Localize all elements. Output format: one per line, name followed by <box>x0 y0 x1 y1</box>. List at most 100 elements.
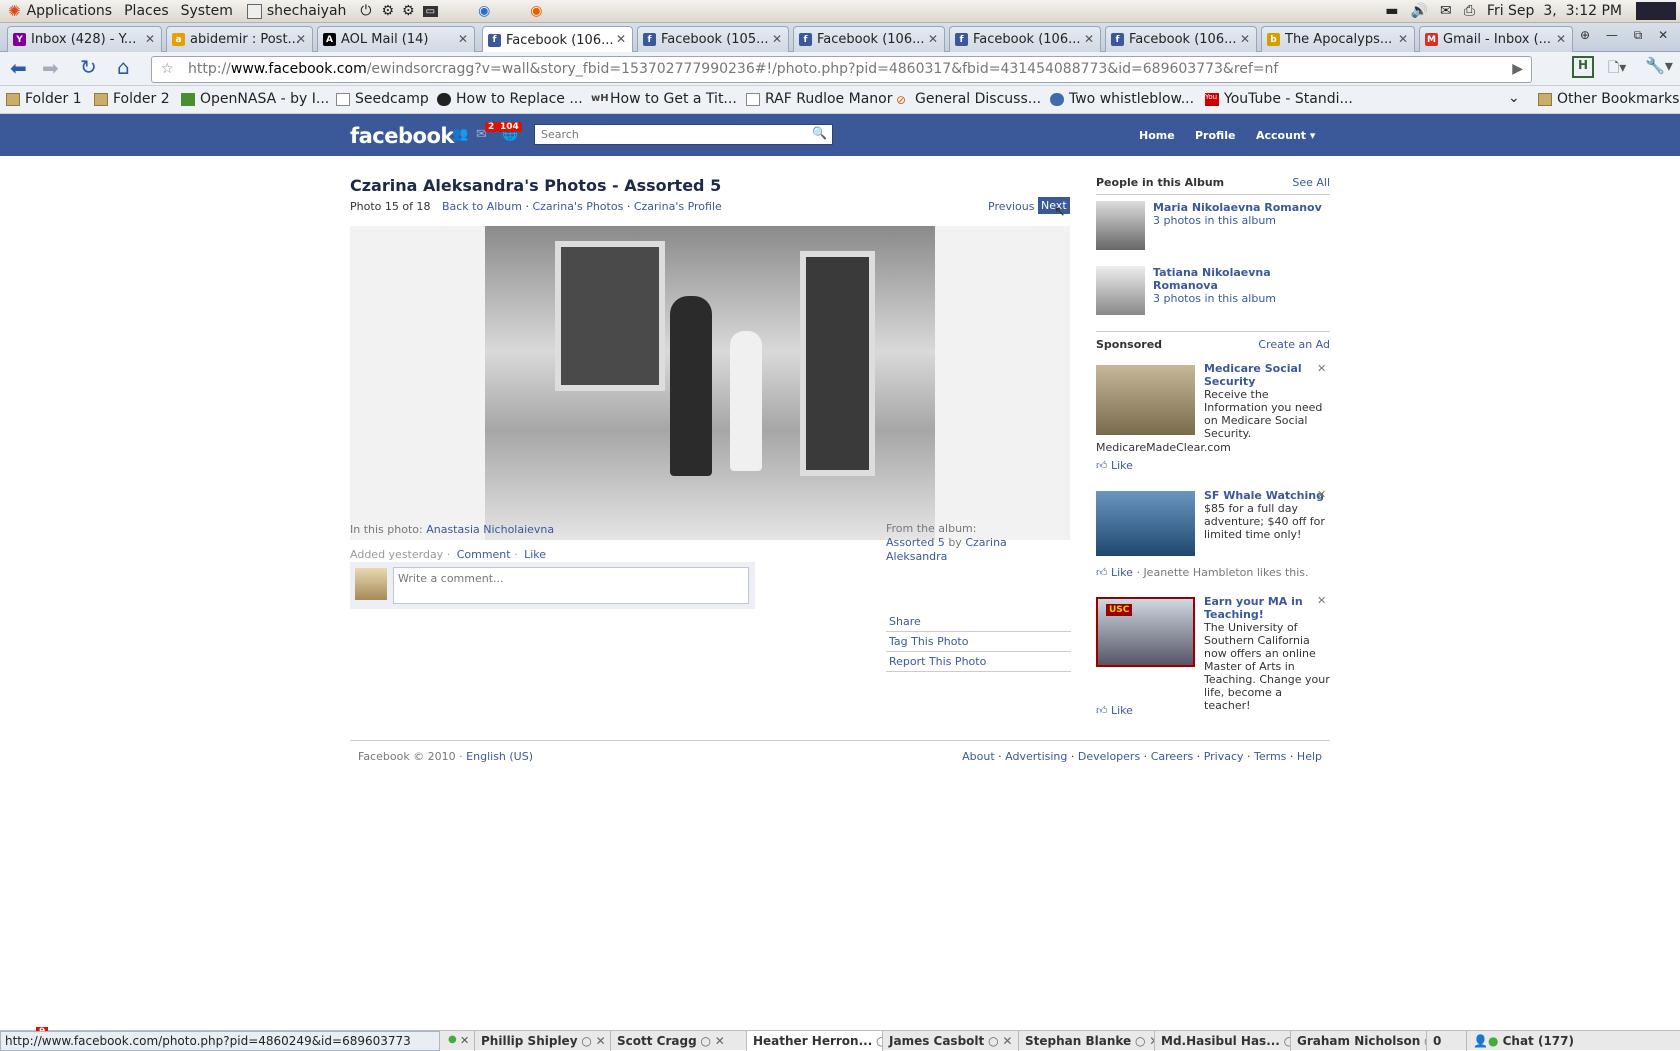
applet-icon[interactable]: ⚙ <box>381 3 394 19</box>
tab-9[interactable]: b The Apocalyps... ✕ <box>1261 26 1415 52</box>
facebook-logo[interactable]: facebook <box>350 124 454 148</box>
bookmark-two-whistleblow[interactable]: Two whistleblow... <box>1050 91 1194 107</box>
close-ad-icon[interactable]: ✕ <box>1317 594 1326 607</box>
chat-friend-tab[interactable]: Phillip Shipley ○ ✕ <box>474 1031 610 1051</box>
chat-button[interactable]: 👤● Chat (177) <box>1466 1031 1680 1051</box>
tagged-person-link[interactable]: Anastasia Nicholaievna <box>426 523 554 536</box>
menu-applications[interactable]: Applications <box>27 3 113 19</box>
bookmark-general-discuss[interactable]: ⊘ General Discuss... <box>896 91 1041 107</box>
close-tab-icon[interactable]: ✕ <box>616 32 626 46</box>
search-icon[interactable]: 🔍 <box>812 126 827 140</box>
chrome-launcher-icon[interactable]: ◉ <box>478 3 490 19</box>
tab-2[interactable]: a abidemir : Post... ✕ <box>166 26 313 52</box>
extension-icon[interactable]: H <box>1572 56 1594 78</box>
close-chat-icon[interactable]: ○ ✕ <box>578 1034 605 1048</box>
album-link[interactable]: Assorted 5 <box>886 536 945 549</box>
maximize-button[interactable]: ⧉ <box>1634 28 1643 42</box>
forward-arrow-icon[interactable]: ➡ <box>42 56 59 80</box>
tab-4[interactable]: f Facebook (106... ✕ <box>482 26 633 53</box>
comment-link[interactable]: Comment <box>457 548 511 561</box>
footer-about[interactable]: About <box>962 750 995 763</box>
tab-5[interactable]: f Facebook (105... ✕ <box>637 26 789 52</box>
ad-title-link[interactable]: Earn your MA in Teaching! <box>1204 595 1330 621</box>
czarinas-photos-link[interactable]: Czarina's Photos <box>532 200 623 213</box>
main-photo[interactable] <box>485 226 935 540</box>
close-chat-icon[interactable]: ○ ✕ <box>1280 1034 1290 1048</box>
chat-overflow[interactable]: 0 <box>1426 1031 1466 1051</box>
person-name-link[interactable]: Maria Nikolaevna Romanov <box>1153 201 1323 214</box>
previous-link[interactable]: Previous <box>988 200 1035 213</box>
tatiana-thumbnail[interactable] <box>1096 266 1145 315</box>
messages-badge[interactable]: 2 <box>485 122 498 132</box>
bookmark-folder-1[interactable]: Folder 1 <box>6 91 82 107</box>
volume-icon[interactable]: 🔊 <box>1411 3 1428 19</box>
footer-careers[interactable]: Careers <box>1151 750 1194 763</box>
page-menu-icon[interactable]: 🗋▾ <box>1608 57 1626 81</box>
tab-8[interactable]: f Facebook (106... ✕ <box>1105 26 1257 52</box>
tab-1[interactable]: Y Inbox (428) - Y... ✕ <box>7 26 162 52</box>
address-bar[interactable]: ☆ http://www.facebook.com/ewindsorcragg?… <box>151 56 1532 83</box>
wrench-menu-icon[interactable]: 🔧▾ <box>1645 56 1673 75</box>
bookmark-folder-2[interactable]: Folder 2 <box>94 91 170 107</box>
close-tab-icon[interactable]: ✕ <box>928 32 938 46</box>
menu-system[interactable]: System <box>181 3 233 19</box>
footer-help[interactable]: Help <box>1297 750 1322 763</box>
close-tab-icon[interactable]: ✕ <box>1084 32 1094 46</box>
mail-icon[interactable]: ✉ <box>1440 3 1452 19</box>
bookmark-raf-rudloe[interactable]: RAF Rudloe Manor <box>746 91 892 107</box>
close-window-button[interactable]: ✕ <box>1658 28 1668 42</box>
bookmark-opennasa[interactable]: OpenNASA - by I... <box>181 91 329 107</box>
close-chat-icon[interactable]: ○ ✕ <box>872 1034 882 1048</box>
new-tab-button[interactable]: ⊕ <box>1580 28 1590 42</box>
ad-title-link[interactable]: SF Whale Watching <box>1204 489 1330 502</box>
close-chat-icon[interactable]: ✕ <box>460 1034 469 1047</box>
ad-image-medicare[interactable] <box>1096 365 1195 435</box>
czarinas-profile-link[interactable]: Czarina's Profile <box>634 200 722 213</box>
close-ad-icon[interactable]: ✕ <box>1317 488 1326 501</box>
like-link[interactable]: Like <box>524 548 546 561</box>
close-tab-icon[interactable]: ✕ <box>1556 32 1566 46</box>
chat-friend-tab[interactable]: Md.Hasibul Has... ○ ✕ <box>1154 1031 1290 1051</box>
menu-places[interactable]: Places <box>124 3 169 19</box>
close-tab-icon[interactable]: ✕ <box>1240 32 1250 46</box>
person-name-link[interactable]: Tatiana Nikolaevna Romanova <box>1153 266 1323 292</box>
person-photo-count[interactable]: 3 photos in this album <box>1153 292 1323 305</box>
create-ad-link[interactable]: Create an Ad <box>1258 338 1330 351</box>
ad-image-whale[interactable] <box>1096 491 1195 556</box>
battery-icon[interactable]: ▬ <box>1385 3 1398 19</box>
share-link[interactable]: Share <box>886 612 1071 632</box>
bookmark-seedcamp[interactable]: Seedcamp <box>336 91 429 107</box>
chat-friend-tab[interactable]: Scott Cragg ○ ✕ <box>610 1031 746 1051</box>
tab-3[interactable]: A AOL Mail (14) ✕ <box>317 26 475 52</box>
bookmark-star-icon[interactable]: ☆ <box>161 57 174 82</box>
close-chat-icon[interactable]: ○ ✕ <box>1131 1034 1154 1048</box>
close-tab-icon[interactable]: ✕ <box>458 32 468 46</box>
ad-like-link[interactable]: 👍︎ Like <box>1096 459 1133 472</box>
back-arrow-icon[interactable]: ⬅ <box>10 56 27 80</box>
panel-user[interactable]: shechaiyah <box>267 3 347 19</box>
chat-friend-tab[interactable]: Stephan Blanke ○ ✕ <box>1018 1031 1154 1051</box>
chat-friend-tab[interactable]: Graham Nicholson ○ ✕ <box>1290 1031 1426 1051</box>
printer-icon[interactable]: ⎙ <box>1464 3 1475 19</box>
bookmark-youtube[interactable]: You YouTube - Standi... <box>1205 91 1353 107</box>
network-icon[interactable]: ⚙ <box>402 3 415 19</box>
report-photo-link[interactable]: Report This Photo <box>886 652 1071 672</box>
ad-title-link[interactable]: Medicare Social Security <box>1204 362 1330 388</box>
footer-terms[interactable]: Terms <box>1254 750 1286 763</box>
ad-like-link[interactable]: 👍︎ Like <box>1096 566 1133 579</box>
person-photo-count[interactable]: 3 photos in this album <box>1153 214 1323 227</box>
language-link[interactable]: English (US) <box>466 750 533 763</box>
footer-privacy[interactable]: Privacy <box>1204 750 1244 763</box>
tab-10[interactable]: M Gmail - Inbox (... ✕ <box>1419 26 1573 52</box>
bookmark-how-to-get[interactable]: wH How to Get a Tit... <box>591 91 737 107</box>
other-bookmarks[interactable]: Other Bookmarks <box>1538 91 1679 107</box>
terminal-icon[interactable]: ▭ <box>422 5 439 17</box>
close-tab-icon[interactable]: ✕ <box>1398 32 1408 46</box>
tag-photo-link[interactable]: Tag This Photo <box>886 632 1071 652</box>
close-tab-icon[interactable]: ✕ <box>772 32 782 46</box>
maria-thumbnail[interactable] <box>1096 201 1145 250</box>
close-chat-icon[interactable]: ○ ✕ <box>697 1034 724 1048</box>
firefox-launcher-icon[interactable]: ◉ <box>530 3 542 19</box>
bookmarks-overflow-chevron-icon[interactable]: ⌄ <box>1508 90 1520 106</box>
close-tab-icon[interactable]: ✕ <box>145 32 155 46</box>
